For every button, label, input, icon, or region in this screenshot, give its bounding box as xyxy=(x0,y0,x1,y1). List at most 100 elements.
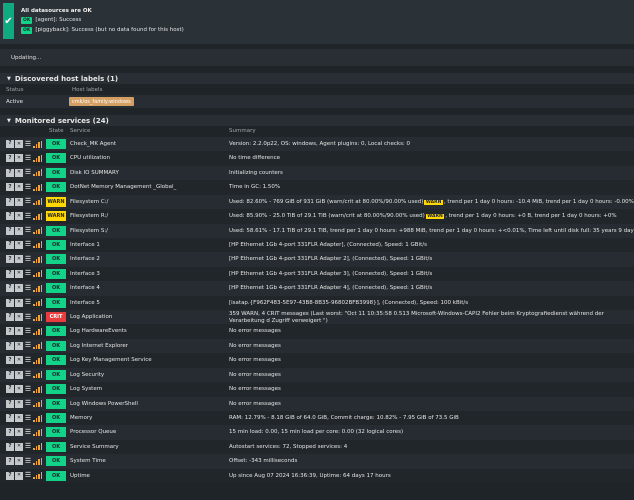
table-row[interactable]: ? ✕ ☰ OK Interface 1 [HP Ethernet 1Gb 4-port … xyxy=(0,237,634,253)
table-row[interactable]: ? ✕ ☰ OK Interface 4 [HP Ethernet 1Gb 4-port … xyxy=(0,281,634,296)
table-row[interactable]: ? ✕ ☰ OK System Time Offset: -343 millisecond… xyxy=(0,454,634,469)
disable-icon[interactable]: ✕ xyxy=(15,313,23,322)
service-name[interactable]: Uptime xyxy=(70,473,90,479)
help-icon[interactable]: ? xyxy=(6,399,14,408)
disable-icon[interactable]: ✕ xyxy=(15,269,23,278)
table-row[interactable]: ? ✕ ☰ OK Filesystem S:/ Used: 58.61% - 17.1 T… xyxy=(0,223,634,238)
table-row[interactable]: ? ✕ ☰ OK Uptime Up since Aug 07 2024 16:36:39… xyxy=(0,468,634,484)
disable-icon[interactable]: ✕ xyxy=(15,140,23,148)
disable-icon[interactable]: ✕ xyxy=(15,226,23,235)
help-icon[interactable]: ? xyxy=(6,370,14,379)
menu-icon[interactable]: ☰ xyxy=(24,385,32,393)
perfgraph-icon[interactable] xyxy=(33,183,42,191)
help-icon[interactable]: ? xyxy=(6,168,14,177)
perfgraph-icon[interactable] xyxy=(33,385,42,393)
menu-icon[interactable]: ☰ xyxy=(24,443,32,451)
service-name[interactable]: Interface 5 xyxy=(70,300,100,306)
perfgraph-icon[interactable] xyxy=(33,400,42,408)
disable-icon[interactable]: ✕ xyxy=(15,284,23,293)
menu-icon[interactable]: ☰ xyxy=(24,255,32,263)
table-row[interactable]: ? ✕ ☰ OK Memory RAM: 12.79% - 8.18 GiB of 64.… xyxy=(0,411,634,426)
perfgraph-icon[interactable] xyxy=(33,255,42,263)
perfgraph-icon[interactable] xyxy=(33,241,42,249)
service-name[interactable]: Filesystem R:/ xyxy=(70,213,108,219)
menu-icon[interactable]: ☰ xyxy=(24,198,32,206)
disable-icon[interactable]: ✕ xyxy=(15,240,23,249)
table-row[interactable]: ? ✕ ☰ OK Log Key Management Service No error … xyxy=(0,353,634,368)
service-name[interactable]: Log HardwareEvents xyxy=(70,328,127,334)
help-icon[interactable]: ? xyxy=(6,298,14,307)
disable-icon[interactable]: ✕ xyxy=(15,428,23,437)
disable-icon[interactable]: ✕ xyxy=(15,298,23,307)
help-icon[interactable]: ? xyxy=(6,428,14,437)
service-name[interactable]: Memory xyxy=(70,415,92,421)
table-row[interactable]: ? ✕ ☰ OK Interface 5 [isatap.{F962F483-5E97-4… xyxy=(0,295,634,311)
help-icon[interactable]: ? xyxy=(6,226,14,235)
disable-icon[interactable]: ✕ xyxy=(15,471,23,480)
table-row[interactable]: ? ✕ ☰ OK Log Windows PowerShell No error mess… xyxy=(0,396,634,412)
table-row[interactable]: ? ✕ ☰ OK CPU utilization No time difference xyxy=(0,151,634,166)
disable-icon[interactable]: ✕ xyxy=(15,442,23,451)
disable-icon[interactable]: ✕ xyxy=(15,414,23,423)
perfgraph-icon[interactable] xyxy=(33,154,42,162)
menu-icon[interactable]: ☰ xyxy=(24,140,32,148)
perfgraph-icon[interactable] xyxy=(33,327,42,335)
service-name[interactable]: Log Internet Explorer xyxy=(70,343,128,349)
service-name[interactable]: Processor Queue xyxy=(70,429,116,435)
menu-icon[interactable]: ☰ xyxy=(24,313,32,321)
perfgraph-icon[interactable] xyxy=(33,457,42,465)
table-row[interactable]: ? ✕ ☰ OK Check_MK Agent Version: 2.2.0p22, OS… xyxy=(0,137,634,152)
menu-icon[interactable]: ☰ xyxy=(24,342,32,350)
menu-icon[interactable]: ☰ xyxy=(24,212,32,220)
service-name[interactable]: Interface 2 xyxy=(70,256,100,262)
help-icon[interactable]: ? xyxy=(6,240,14,249)
services-header[interactable]: ▼ Monitored services (24) xyxy=(0,115,634,126)
menu-icon[interactable]: ☰ xyxy=(24,241,32,249)
perfgraph-icon[interactable] xyxy=(33,270,42,278)
help-icon[interactable]: ? xyxy=(6,269,14,278)
menu-icon[interactable]: ☰ xyxy=(24,414,32,422)
menu-icon[interactable]: ☰ xyxy=(24,227,32,235)
host-label-tag[interactable]: cmk/os_family:windows xyxy=(69,97,134,106)
disable-icon[interactable]: ✕ xyxy=(15,399,23,408)
collapse-triangle-icon[interactable]: ▼ xyxy=(7,118,11,124)
table-row[interactable]: ? ✕ ☰ OK Interface 3 [HP Ethernet 1Gb 4-port … xyxy=(0,266,634,282)
service-name[interactable]: Check_MK Agent xyxy=(70,141,116,147)
service-name[interactable]: Log Application xyxy=(70,314,112,320)
disable-icon[interactable]: ✕ xyxy=(15,341,23,350)
table-row[interactable]: ? ✕ ☰ WARN Filesystem C:/ Used: 82.60% - 769 … xyxy=(0,194,634,210)
perfgraph-icon[interactable] xyxy=(33,227,42,235)
menu-icon[interactable]: ☰ xyxy=(24,169,32,177)
menu-icon[interactable]: ☰ xyxy=(24,428,32,436)
service-name[interactable]: Interface 1 xyxy=(70,242,100,248)
service-name[interactable]: Log System xyxy=(70,386,102,392)
perfgraph-icon[interactable] xyxy=(33,414,42,422)
help-icon[interactable]: ? xyxy=(6,471,14,480)
service-name[interactable]: System Time xyxy=(70,458,106,464)
table-row[interactable]: ? ✕ ☰ OK Log HardwareEvents No error messages xyxy=(0,324,634,339)
service-name[interactable]: Log Windows PowerShell xyxy=(70,401,138,407)
service-name[interactable]: Disk IO SUMMARY xyxy=(70,170,119,176)
disable-icon[interactable]: ✕ xyxy=(15,370,23,379)
table-row[interactable]: ? ✕ ☰ OK DotNet Memory Management _Global_ Ti… xyxy=(0,180,634,195)
service-name[interactable]: DotNet Memory Management _Global_ xyxy=(70,184,176,190)
menu-icon[interactable]: ☰ xyxy=(24,457,32,465)
disable-icon[interactable]: ✕ xyxy=(15,183,23,192)
table-row[interactable]: ? ✕ ☰ OK Log Internet Explorer No error messa… xyxy=(0,338,634,354)
perfgraph-icon[interactable] xyxy=(33,443,42,451)
table-row[interactable]: ? ✕ ☰ OK Processor Queue 15 min load: 0.00, 1… xyxy=(0,425,634,440)
help-icon[interactable]: ? xyxy=(6,356,14,365)
perfgraph-icon[interactable] xyxy=(33,299,42,307)
perfgraph-icon[interactable] xyxy=(33,169,42,177)
menu-icon[interactable]: ☰ xyxy=(24,327,32,335)
perfgraph-icon[interactable] xyxy=(33,140,42,148)
disable-icon[interactable]: ✕ xyxy=(15,197,23,206)
service-name[interactable]: Filesystem S:/ xyxy=(70,228,108,234)
service-name[interactable]: Interface 3 xyxy=(70,271,100,277)
help-icon[interactable]: ? xyxy=(6,327,14,336)
help-icon[interactable]: ? xyxy=(6,414,14,423)
table-row[interactable]: ? ✕ ☰ OK Service Summary Autostart services: … xyxy=(0,439,634,455)
service-name[interactable]: Interface 4 xyxy=(70,285,100,291)
help-icon[interactable]: ? xyxy=(6,457,14,466)
help-icon[interactable]: ? xyxy=(6,212,14,221)
